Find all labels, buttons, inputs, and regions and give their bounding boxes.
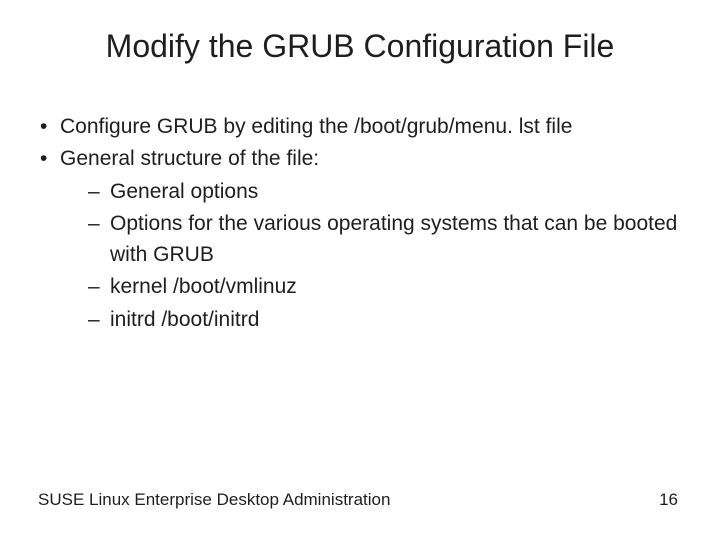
bullet-item: General structure of the file: General o…	[38, 144, 682, 335]
bullet-text: General structure of the file:	[60, 147, 319, 170]
sub-bullet-item: General options	[88, 177, 682, 207]
sub-bullet-item: Options for the various operating system…	[88, 209, 682, 270]
slide-title: Modify the GRUB Configuration File	[0, 28, 720, 65]
footer-title: SUSE Linux Enterprise Desktop Administra…	[38, 490, 390, 510]
sub-bullet-item: kernel /boot/vmlinuz	[88, 272, 682, 302]
slide-body: Configure GRUB by editing the /boot/grub…	[38, 112, 682, 337]
sub-bullet-item: initrd /boot/initrd	[88, 305, 682, 335]
bullet-list: Configure GRUB by editing the /boot/grub…	[38, 112, 682, 335]
sub-bullet-list: General options Options for the various …	[60, 177, 682, 335]
slide: Modify the GRUB Configuration File Confi…	[0, 0, 720, 540]
bullet-item: Configure GRUB by editing the /boot/grub…	[38, 112, 682, 142]
page-number: 16	[659, 490, 678, 510]
